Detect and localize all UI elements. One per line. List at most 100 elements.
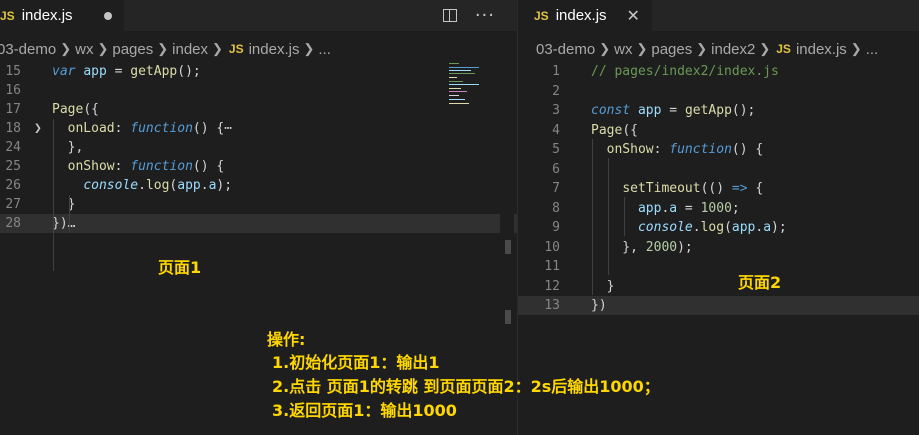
- breadcrumb-item[interactable]: pages: [112, 41, 153, 58]
- op-step-2: 2.点击 页面1的转跳 到页面页面2：2s后输出1000；: [272, 377, 660, 396]
- breadcrumb-file[interactable]: index.js: [249, 41, 300, 58]
- code-line[interactable]: 11: [518, 257, 919, 276]
- code-line[interactable]: 18 onLoad: function() {⋯ ❯: [0, 119, 517, 138]
- code-line[interactable]: 27 }: [0, 195, 517, 214]
- code-line[interactable]: 25 onShow: function() {: [0, 157, 517, 176]
- code-line[interactable]: 6: [518, 160, 919, 179]
- code-text: // pages/index2/index.js: [591, 64, 779, 79]
- code-line[interactable]: 15 var app = getApp();: [0, 62, 517, 81]
- breadcrumb-item[interactable]: index: [172, 41, 208, 58]
- line-number: 8: [552, 200, 560, 216]
- line-number: 6: [552, 161, 560, 177]
- code-line[interactable]: 17 Page({: [0, 100, 517, 119]
- breadcrumb-file[interactable]: index.js: [796, 41, 847, 58]
- line-number: 27: [5, 197, 21, 212]
- code-text: app.a = 1000;: [637, 200, 740, 216]
- code-line[interactable]: 3 const app = getApp();: [518, 101, 919, 120]
- code-line[interactable]: 26 console.log(app.a);: [0, 176, 517, 195]
- line-number: 28: [5, 216, 21, 231]
- line-number: 1: [552, 64, 560, 79]
- chevron-right-icon: ❯: [60, 41, 72, 56]
- breadcrumb-item[interactable]: 03-demo: [0, 41, 56, 58]
- line-number: 17: [5, 102, 21, 117]
- right-tab-bar: JS index.js ✕: [518, 0, 919, 31]
- code-line[interactable]: 24 },: [0, 138, 517, 157]
- code-text: const app = getApp();: [591, 103, 756, 118]
- chevron-right-icon: ❯: [212, 41, 223, 56]
- breadcrumb-tail[interactable]: ...: [866, 41, 879, 58]
- chevron-right-icon: ❯: [157, 41, 169, 56]
- editor-actions: ···: [442, 0, 495, 31]
- breadcrumb-item[interactable]: wx: [75, 41, 93, 58]
- chevron-right-icon: ❯: [303, 41, 315, 56]
- code-line[interactable]: 16: [0, 81, 517, 100]
- indent-guide: [69, 195, 70, 233]
- js-file-icon: JS: [0, 8, 15, 23]
- code-text: }: [52, 197, 76, 212]
- split-editor-icon[interactable]: [442, 9, 457, 22]
- code-line[interactable]: 8 app.a = 1000;: [518, 199, 919, 218]
- page1-label: 页面1: [158, 258, 202, 277]
- line-number: 11: [544, 259, 560, 274]
- left-tab-index-js[interactable]: JS index.js: [0, 0, 124, 31]
- code-line[interactable]: 13}): [518, 296, 919, 315]
- left-breadcrumb: 03-demo ❯ wx ❯ pages ❯ index ❯ JS index.…: [0, 36, 331, 62]
- indent-guide: [592, 139, 593, 295]
- breadcrumb-tail[interactable]: ...: [318, 41, 331, 58]
- indent-guide: [608, 158, 609, 275]
- line-number: 26: [5, 178, 21, 193]
- chevron-right-icon: ❯: [696, 41, 708, 56]
- line-number: 24: [5, 140, 21, 155]
- code-text: setTimeout(() => {: [622, 181, 764, 196]
- minimap[interactable]: [447, 61, 497, 111]
- line-number: 7: [552, 181, 560, 196]
- unsaved-dot-icon[interactable]: [103, 11, 112, 20]
- js-file-icon: JS: [776, 42, 791, 56]
- chevron-right-icon: ❯: [636, 41, 648, 56]
- line-number: 12: [544, 278, 560, 294]
- line-number: 15: [5, 64, 21, 79]
- line-number: 16: [5, 83, 21, 98]
- line-number: 5: [552, 142, 560, 157]
- code-line[interactable]: 9 console.log(app.a);: [518, 218, 919, 237]
- code-text: })…: [52, 216, 76, 231]
- line-number: 4: [552, 122, 560, 138]
- code-text: },: [52, 140, 84, 155]
- right-tab-index-js[interactable]: JS index.js ✕: [518, 0, 652, 31]
- code-line[interactable]: 2: [518, 82, 919, 101]
- breadcrumb-item[interactable]: index2: [711, 41, 755, 58]
- line-number: 25: [5, 159, 21, 174]
- chevron-right-icon: ❯: [97, 41, 109, 56]
- code-line[interactable]: 1 // pages/index2/index.js: [518, 62, 919, 81]
- code-text: console.log(app.a);: [83, 178, 233, 193]
- chevron-right-icon: ❯: [850, 41, 862, 56]
- code-line[interactable]: 5 onShow: function() {: [518, 140, 919, 159]
- line-number: 13: [544, 298, 560, 313]
- code-text: }: [591, 278, 615, 294]
- scrollbar-thumb[interactable]: [505, 310, 511, 324]
- breadcrumb-item[interactable]: wx: [614, 41, 632, 58]
- tab-filename: index.js: [555, 7, 607, 24]
- code-line[interactable]: 28 })…: [0, 214, 517, 233]
- line-number: 9: [552, 220, 560, 235]
- code-text: onLoad: function() {⋯: [67, 121, 233, 136]
- close-icon[interactable]: ✕: [627, 6, 640, 26]
- op-step-3: 3.返回页面1：输出1000: [272, 401, 457, 420]
- fold-chevron-icon[interactable]: ❯: [34, 119, 42, 138]
- page2-label: 页面2: [738, 273, 782, 292]
- breadcrumb-item[interactable]: pages: [651, 41, 692, 58]
- more-actions-icon[interactable]: ···: [475, 6, 495, 24]
- code-line[interactable]: 4 Page({: [518, 121, 919, 140]
- code-text: var app = getApp();: [52, 64, 201, 79]
- code-line[interactable]: 10 }, 2000);: [518, 238, 919, 257]
- code-line[interactable]: 12 }: [518, 277, 919, 296]
- breadcrumb-item[interactable]: 03-demo: [536, 41, 595, 58]
- indent-guide: [53, 119, 54, 271]
- right-editor-pane: JS index.js ✕ 03-demo ❯ wx ❯ pages ❯ ind…: [517, 0, 919, 435]
- left-tab-bar: JS index.js ···: [0, 0, 517, 31]
- code-text: }): [591, 298, 607, 313]
- code-text: onShow: function() {: [67, 159, 225, 174]
- scrollbar-thumb[interactable]: [505, 240, 511, 254]
- code-line[interactable]: 7 setTimeout(() => {: [518, 179, 919, 198]
- right-breadcrumb: 03-demo ❯ wx ❯ pages ❯ index2 ❯ JS index…: [536, 36, 878, 62]
